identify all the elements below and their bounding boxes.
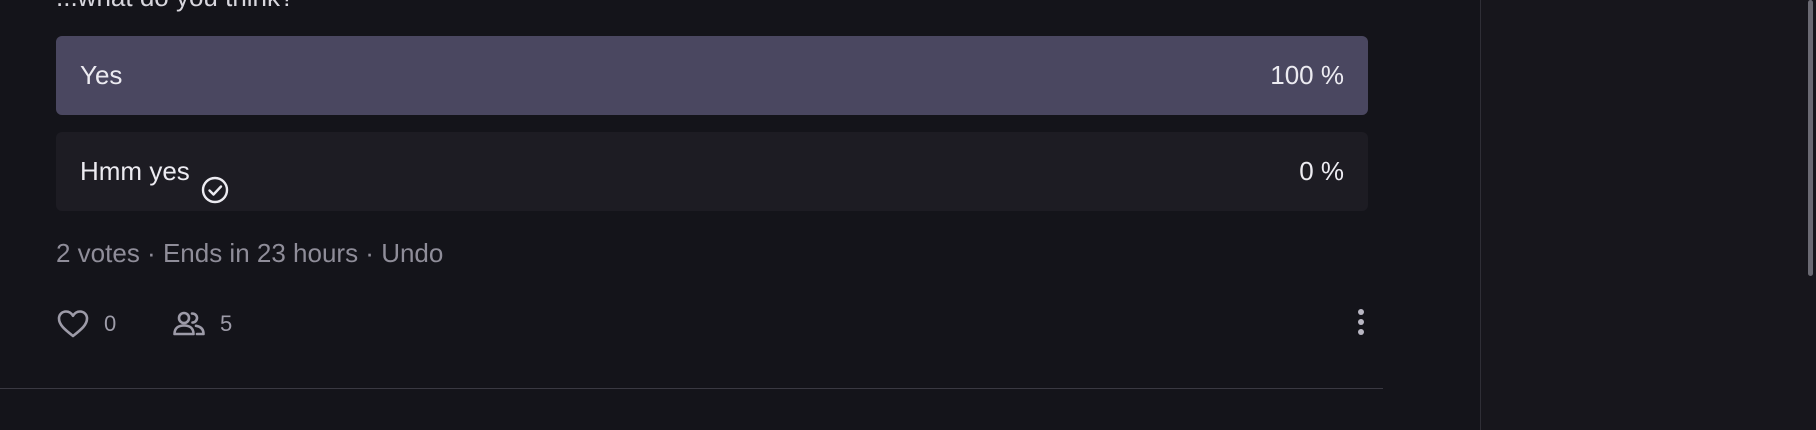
participants-count: 5	[220, 311, 233, 336]
right-sidebar	[1480, 0, 1816, 430]
poll-option-hmm-yes[interactable]: Hmm yes 0 %	[56, 132, 1368, 211]
poll-option-percent: 0 %	[1299, 156, 1344, 186]
poll-option-label-wrap: Yes	[80, 36, 122, 115]
more-options-button[interactable]	[1346, 302, 1376, 346]
heart-icon	[56, 308, 90, 340]
vote-count: 2 votes	[56, 238, 140, 268]
poll-meta: 2 votes · Ends in 23 hours · Undo	[56, 238, 443, 269]
meta-separator: ·	[358, 238, 382, 268]
post-column: ...what do you think? Yes 100 % Hmm yes	[0, 0, 1383, 430]
poll-option-label-wrap: Hmm yes	[80, 132, 230, 211]
page: ...what do you think? Yes 100 % Hmm yes	[0, 0, 1816, 430]
partial-question-text: ...what do you think?	[56, 0, 294, 13]
meta-separator: ·	[139, 238, 163, 268]
post-divider	[0, 388, 1383, 389]
poll-end-time: Ends in 23 hours	[162, 238, 359, 268]
like-count: 0	[104, 311, 117, 336]
post-actions: 0 5	[56, 302, 1376, 346]
people-icon	[172, 309, 206, 339]
poll-option-label: Hmm yes	[80, 156, 190, 186]
undo-vote-link[interactable]: Undo	[381, 238, 443, 268]
vertical-dots-icon	[1357, 307, 1365, 342]
like-button[interactable]: 0	[56, 302, 116, 346]
poll-option-label: Yes	[80, 60, 123, 90]
check-circle-icon	[200, 157, 230, 203]
scrollbar-thumb[interactable]	[1808, 0, 1813, 276]
poll-option-percent: 100 %	[1270, 60, 1344, 90]
poll-option-yes[interactable]: Yes 100 %	[56, 36, 1368, 115]
poll-option-bar	[56, 36, 1368, 115]
participants-button[interactable]: 5	[172, 302, 232, 346]
